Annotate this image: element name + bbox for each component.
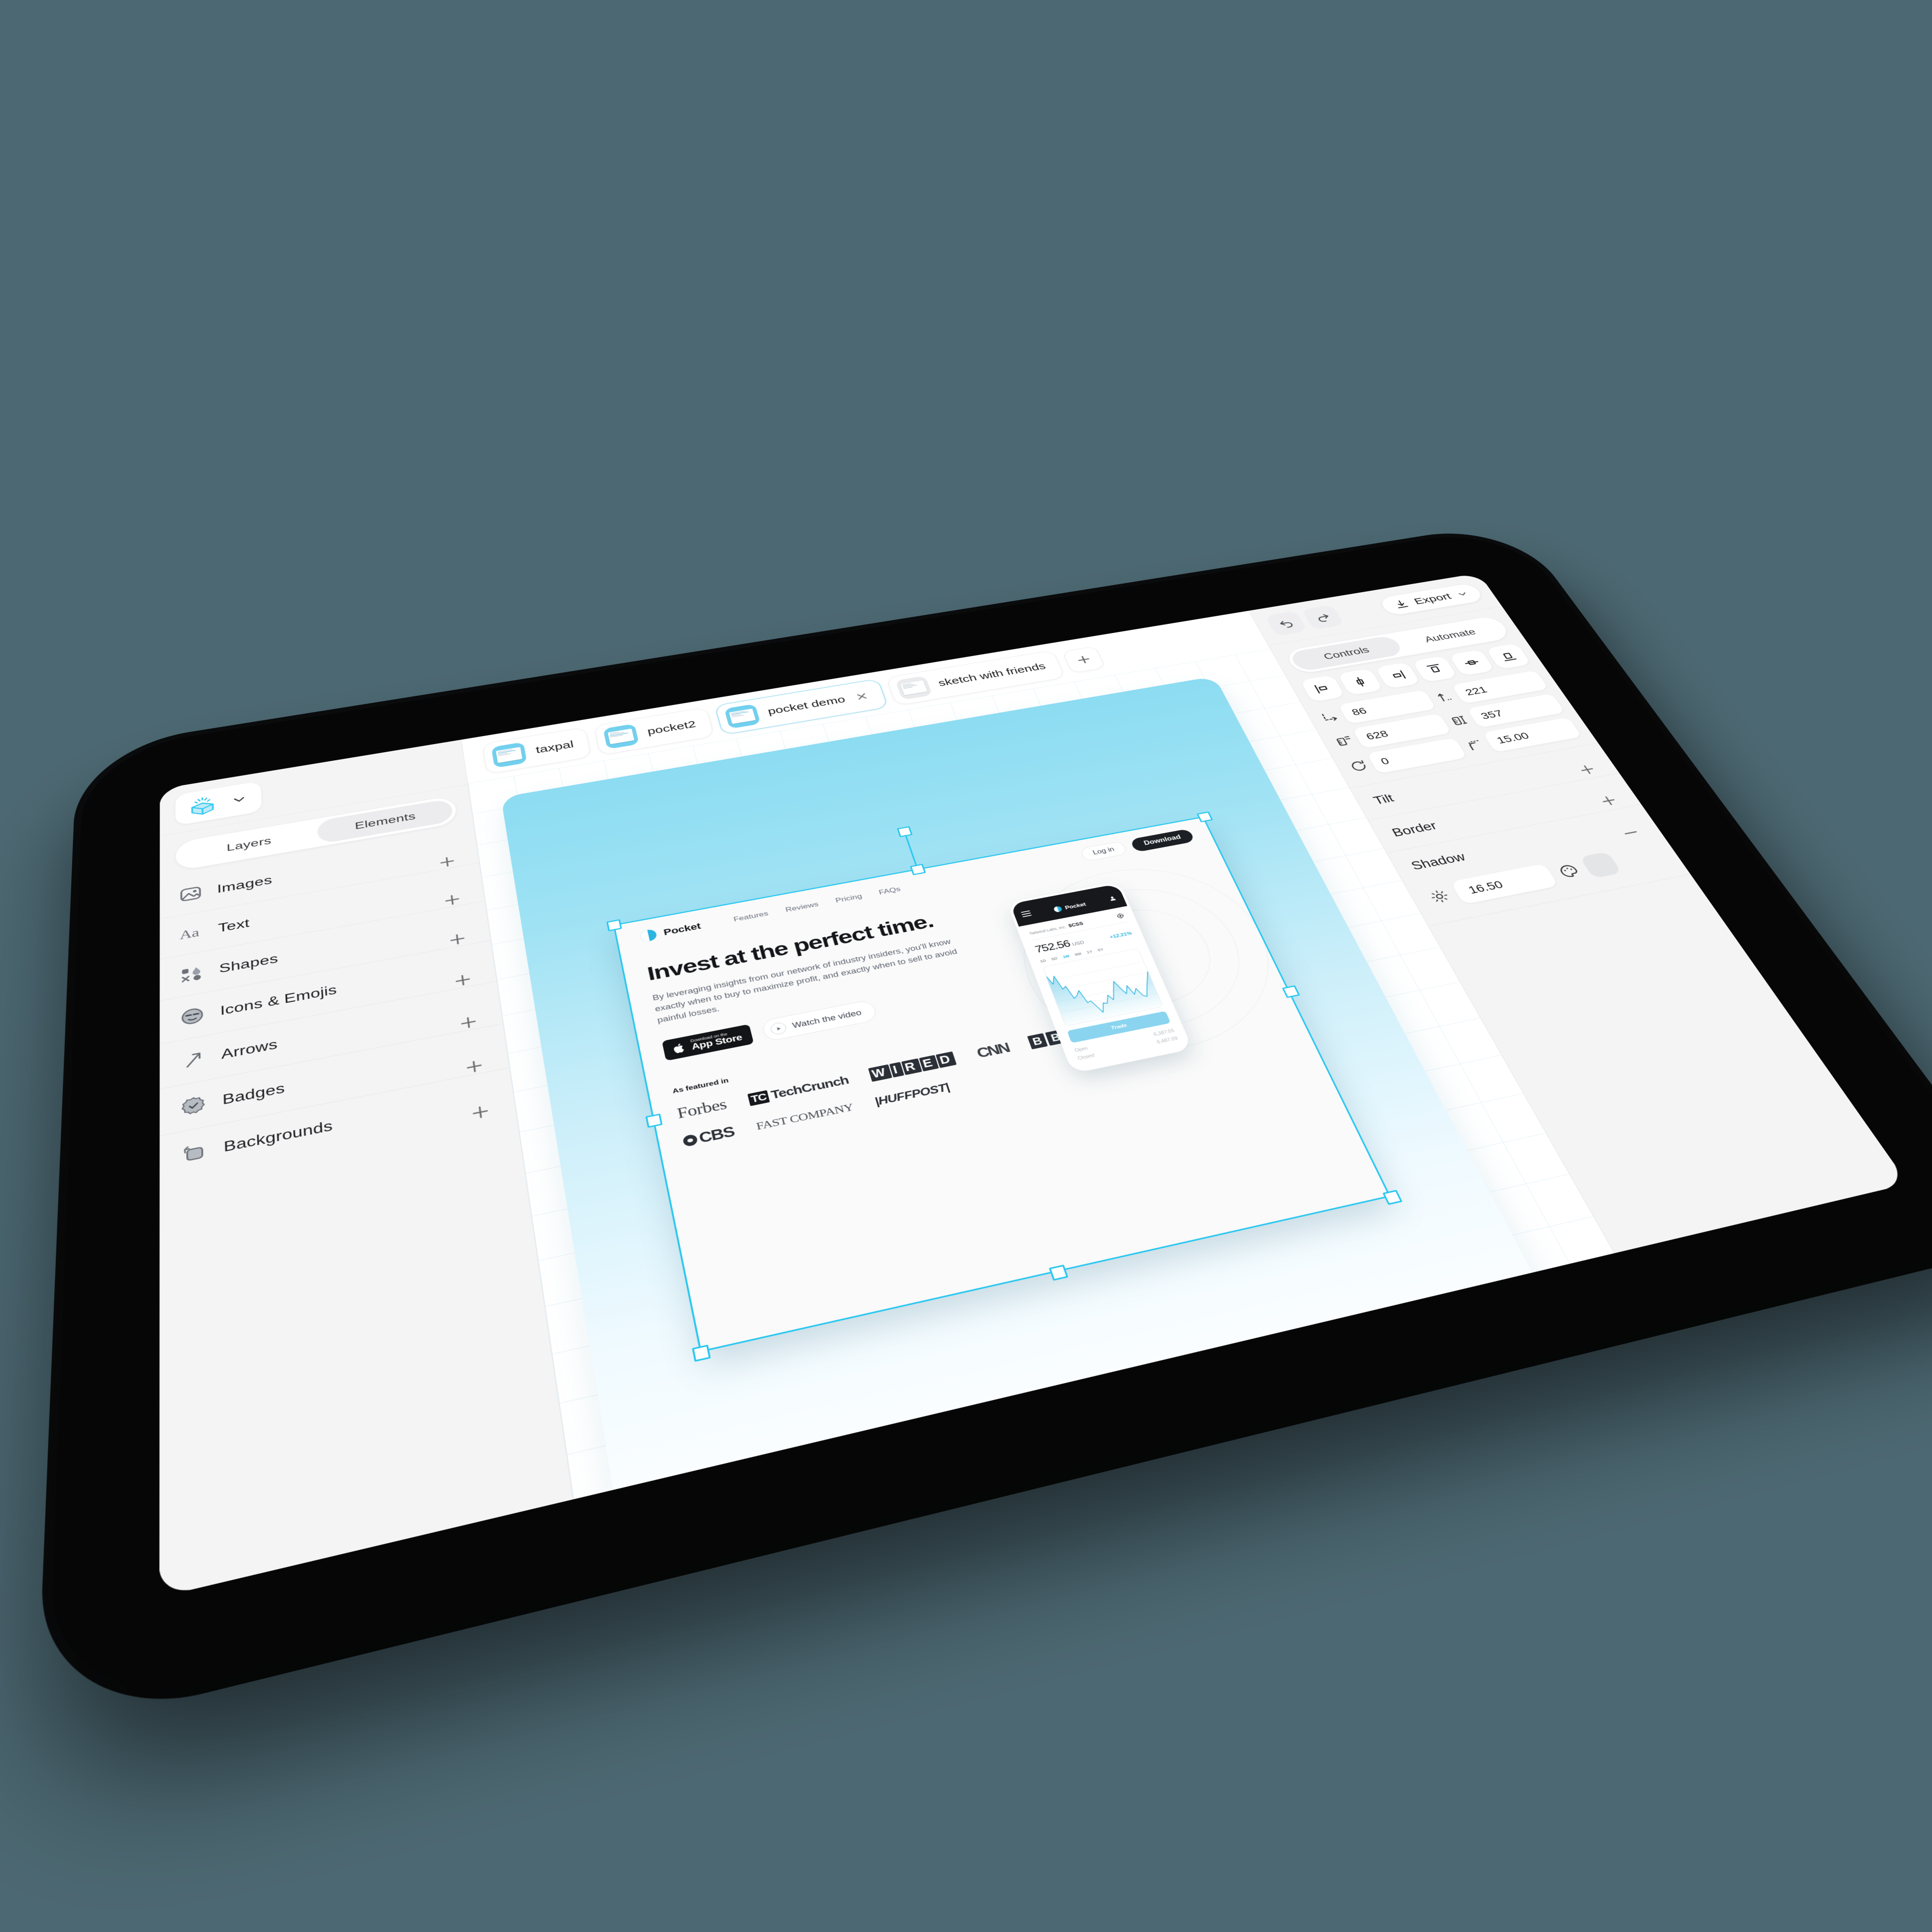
chevron-down-icon — [1455, 590, 1471, 599]
timeframe-5y[interactable]: 5Y — [1097, 947, 1104, 952]
phone-company-label: Tailwind Labs, Inc. — [1028, 924, 1067, 936]
plus-icon — [1073, 653, 1094, 667]
scene: Layers Elements Images Aa Text Shapes Ic… — [0, 0, 1932, 1932]
arrow-icon — [180, 1048, 207, 1072]
tablet-device: Layers Elements Images Aa Text Shapes Ic… — [47, 525, 1932, 1723]
sidebar-item-arrows[interactable]: Arrows — [159, 981, 503, 1089]
align-right-icon — [1386, 669, 1409, 682]
tab-thumbnail — [603, 723, 639, 750]
add-tab-button[interactable] — [1062, 646, 1106, 674]
align-bottom-button[interactable] — [1485, 643, 1532, 670]
rotation-handle[interactable] — [897, 826, 913, 838]
timeframe-5d[interactable]: 5D — [1051, 956, 1058, 961]
redo-button[interactable] — [1301, 604, 1345, 630]
align-bottom-icon — [1497, 650, 1520, 663]
position-y-icon — [1432, 690, 1452, 704]
image-icon — [178, 883, 203, 905]
timeframe-1y[interactable]: 1Y — [1086, 949, 1093, 954]
pocket-landing-mockup: Pocket Features Reviews Pricing FAQs Log… — [613, 817, 1391, 1353]
collapse-shadow-button[interactable] — [1617, 824, 1644, 841]
hamburger-menu-icon[interactable] — [1020, 910, 1032, 918]
trade-button[interactable]: Trade — [1067, 1011, 1171, 1043]
logo-huffpost: |HUFFPOST| — [873, 1081, 951, 1108]
sidebar-item-label: Text — [218, 916, 250, 935]
align-center-horizontal-button[interactable] — [1337, 668, 1383, 696]
logo-bbc: BBC — [1027, 1025, 1086, 1050]
sidebar-item-label: Backgrounds — [223, 1117, 334, 1155]
phone-price-value: 752.56 — [1033, 938, 1072, 955]
press-logo-row: Forbes TCTechCrunch WIRED CNN BBC CBS FA… — [676, 1013, 1157, 1150]
brightness-icon — [1427, 888, 1453, 905]
align-right-button[interactable] — [1375, 662, 1421, 689]
workspace-switcher[interactable] — [175, 781, 262, 826]
sidebar-item-label: Icons & Emojis — [220, 982, 338, 1018]
rotation-stem — [903, 831, 918, 869]
resize-handle-bl[interactable] — [692, 1344, 711, 1362]
logo-cnn: CNN — [975, 1040, 1011, 1061]
align-top-icon — [1423, 662, 1446, 676]
cube-logo-icon — [186, 792, 219, 819]
stat-label: Open — [1074, 1045, 1089, 1054]
phone-stats: Open 6,387.55 Closed 6,487.09 — [1073, 1027, 1179, 1063]
download-icon — [1392, 599, 1412, 610]
align-top-button[interactable] — [1412, 656, 1458, 683]
featured-title: As featured in — [672, 1077, 730, 1095]
corner-radius-icon — [1463, 738, 1487, 752]
phone-brand: Pocket — [1053, 901, 1087, 913]
logo-fast-company: FAST COMPANY — [755, 1101, 855, 1133]
sidebar-item-label: Badges — [222, 1080, 285, 1108]
hero-visual: Pocket Tailwind Labs, Inc.$CSS 752.56USD… — [948, 851, 1305, 1074]
emoji-icon — [179, 1005, 206, 1028]
redo-icon — [1312, 611, 1334, 624]
nav-link-pricing[interactable]: Pricing — [835, 893, 863, 905]
undo-icon — [1275, 617, 1297, 630]
width-icon — [1332, 734, 1356, 748]
resize-handle-ml[interactable] — [645, 1113, 663, 1128]
tab-label: pocket demo — [766, 694, 847, 717]
badge-icon — [180, 1093, 207, 1118]
timeframe-1m[interactable]: 1M — [1062, 954, 1070, 959]
phone-ticker-label: $CSS — [1068, 921, 1084, 928]
align-center-horizontal-icon — [1349, 675, 1372, 689]
logo-forbes: Forbes — [676, 1096, 729, 1122]
tab-thumbnail — [895, 676, 933, 700]
resize-handle-bc[interactable] — [1049, 1264, 1069, 1281]
tab-label: pocket2 — [646, 718, 697, 737]
tab-thumbnail — [724, 703, 761, 729]
timeframe-6m[interactable]: 6M — [1074, 951, 1082, 956]
account-icon[interactable] — [1108, 895, 1117, 902]
logo-wired: WIRED — [868, 1051, 958, 1082]
tab-thumbnail — [491, 742, 527, 768]
phone-brand-label: Pocket — [1064, 901, 1087, 911]
selected-screenshot-layer[interactable]: Pocket Features Reviews Pricing FAQs Log… — [613, 816, 1391, 1353]
stat-label: Closed — [1077, 1053, 1095, 1061]
undo-button[interactable] — [1264, 610, 1308, 636]
close-icon[interactable] — [853, 691, 870, 702]
export-button[interactable]: Export — [1378, 583, 1485, 616]
rotation-icon — [1347, 759, 1371, 774]
pocket-logo-icon — [1053, 906, 1063, 913]
phone-change-badge: +12.21% — [1109, 931, 1133, 940]
tab-label: sketch with friends — [936, 661, 1048, 688]
add-icons-button[interactable] — [451, 971, 475, 990]
stat-row: Closed 6,487.09 — [1076, 1034, 1179, 1063]
stat-value: 6,387.55 — [1153, 1028, 1175, 1037]
nav-link-faqs[interactable]: FAQs — [878, 886, 902, 897]
add-arrows-button[interactable] — [456, 1012, 480, 1032]
align-left-icon — [1311, 681, 1334, 695]
stat-value: 6,487.09 — [1156, 1036, 1179, 1045]
stat-row: Open 6,387.55 — [1073, 1027, 1176, 1055]
sidebar-item-label: Images — [217, 873, 273, 896]
svg-text:Aa: Aa — [180, 926, 200, 942]
align-middle-vertical-button[interactable] — [1448, 649, 1495, 676]
phone-currency-label: USD — [1071, 940, 1085, 947]
text-aa-icon: Aa — [180, 926, 200, 942]
tab-label: taxpal — [535, 739, 575, 756]
align-middle-vertical-icon — [1460, 656, 1483, 669]
timeframe-1d[interactable]: 1D — [1039, 958, 1047, 963]
settings-target-icon[interactable] — [1116, 913, 1125, 919]
height-icon — [1448, 713, 1472, 728]
